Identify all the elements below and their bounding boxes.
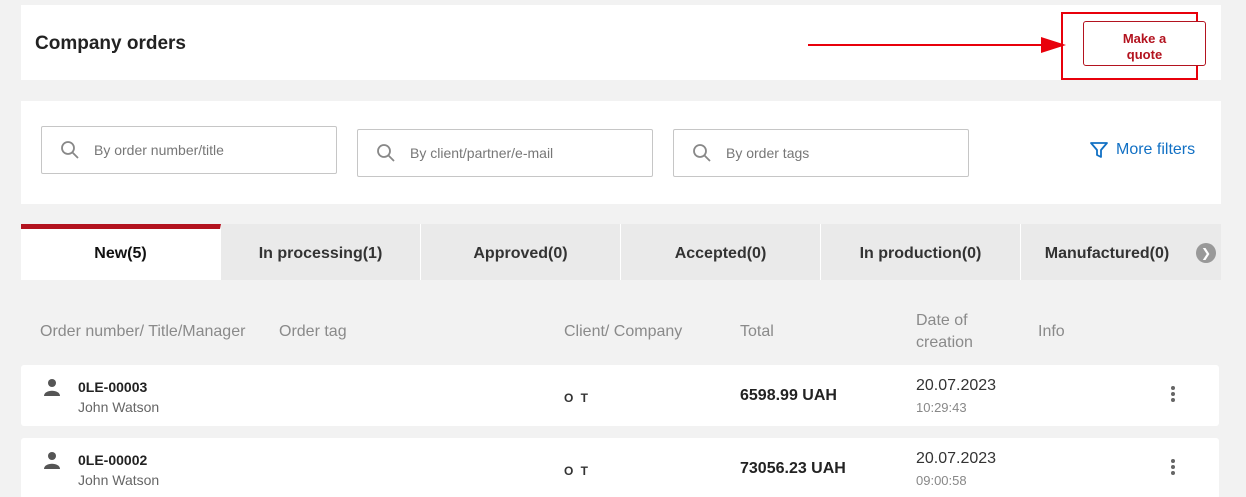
order-total: 6598.99 UAH — [740, 387, 837, 404]
column-header-date: Date of creation — [916, 312, 973, 351]
order-manager: John Watson — [78, 399, 160, 415]
column-header-tag: Order tag — [279, 323, 347, 340]
search-icon — [61, 141, 79, 159]
annotation-arrow-icon — [808, 37, 1066, 53]
order-client: O T — [564, 464, 590, 478]
filter-icon — [1090, 142, 1108, 158]
order-search-placeholder: By order number/title — [94, 142, 224, 158]
status-tabs: New(5) In processing(1) Approved(0) Acce… — [21, 224, 1221, 280]
search-icon — [693, 144, 711, 162]
order-number[interactable]: 0LE-00002 — [78, 452, 147, 468]
column-header-client: Client/ Company — [564, 323, 683, 340]
more-filters-label: More filters — [1116, 141, 1196, 158]
tab-new[interactable]: New(5) — [21, 224, 221, 280]
column-header-total: Total — [740, 323, 774, 340]
more-options-icon[interactable] — [1169, 459, 1177, 479]
tag-search-placeholder: By order tags — [726, 145, 810, 161]
order-number[interactable]: 0LE-00003 — [78, 379, 147, 395]
table-row[interactable]: 0LE-00003 John Watson O T 6598.99 UAH 20… — [21, 365, 1219, 426]
client-search-input[interactable]: By client/partner/e-mail — [357, 129, 653, 177]
more-options-icon[interactable] — [1169, 386, 1177, 406]
tab-approved[interactable]: Approved(0) — [421, 224, 621, 280]
user-icon — [44, 452, 60, 469]
chevron-right-icon[interactable]: ❯ — [1196, 243, 1216, 263]
order-client: O T — [564, 391, 590, 405]
tab-accepted[interactable]: Accepted(0) — [621, 224, 821, 280]
table-row[interactable]: 0LE-00002 John Watson O T 73056.23 UAH 2… — [21, 438, 1219, 497]
client-search-placeholder: By client/partner/e-mail — [410, 145, 554, 161]
user-icon — [44, 379, 60, 396]
make-a-quote-label-line2: quote — [1126, 46, 1163, 62]
filter-panel: By order number/title By client/partner/… — [21, 101, 1221, 204]
make-a-quote-label-line1: Make a — [1122, 30, 1167, 46]
order-time: 10:29:43 — [916, 400, 967, 415]
tab-manufactured[interactable]: Manufactured(0) — [1021, 224, 1221, 280]
tab-in-processing[interactable]: In processing(1) — [221, 224, 421, 280]
order-total: 73056.23 UAH — [740, 460, 846, 477]
tab-in-production[interactable]: In production(0) — [821, 224, 1021, 280]
order-date: 20.07.2023 — [916, 377, 997, 394]
column-header-info: Info — [1038, 323, 1065, 340]
column-header-order: Order number/ Title/Manager — [40, 323, 246, 340]
order-manager: John Watson — [78, 472, 160, 488]
order-search-input[interactable]: By order number/title — [41, 126, 337, 174]
page-header: Company orders Make a quote — [21, 5, 1221, 80]
page-title: Company orders — [35, 33, 186, 54]
make-a-quote-button[interactable]: Make a quote — [1083, 21, 1206, 66]
order-date: 20.07.2023 — [916, 450, 997, 467]
tag-search-input[interactable]: By order tags — [673, 129, 969, 177]
more-filters-button[interactable]: More filters — [1090, 141, 1195, 159]
order-time: 09:00:58 — [916, 473, 967, 488]
search-icon — [377, 144, 395, 162]
